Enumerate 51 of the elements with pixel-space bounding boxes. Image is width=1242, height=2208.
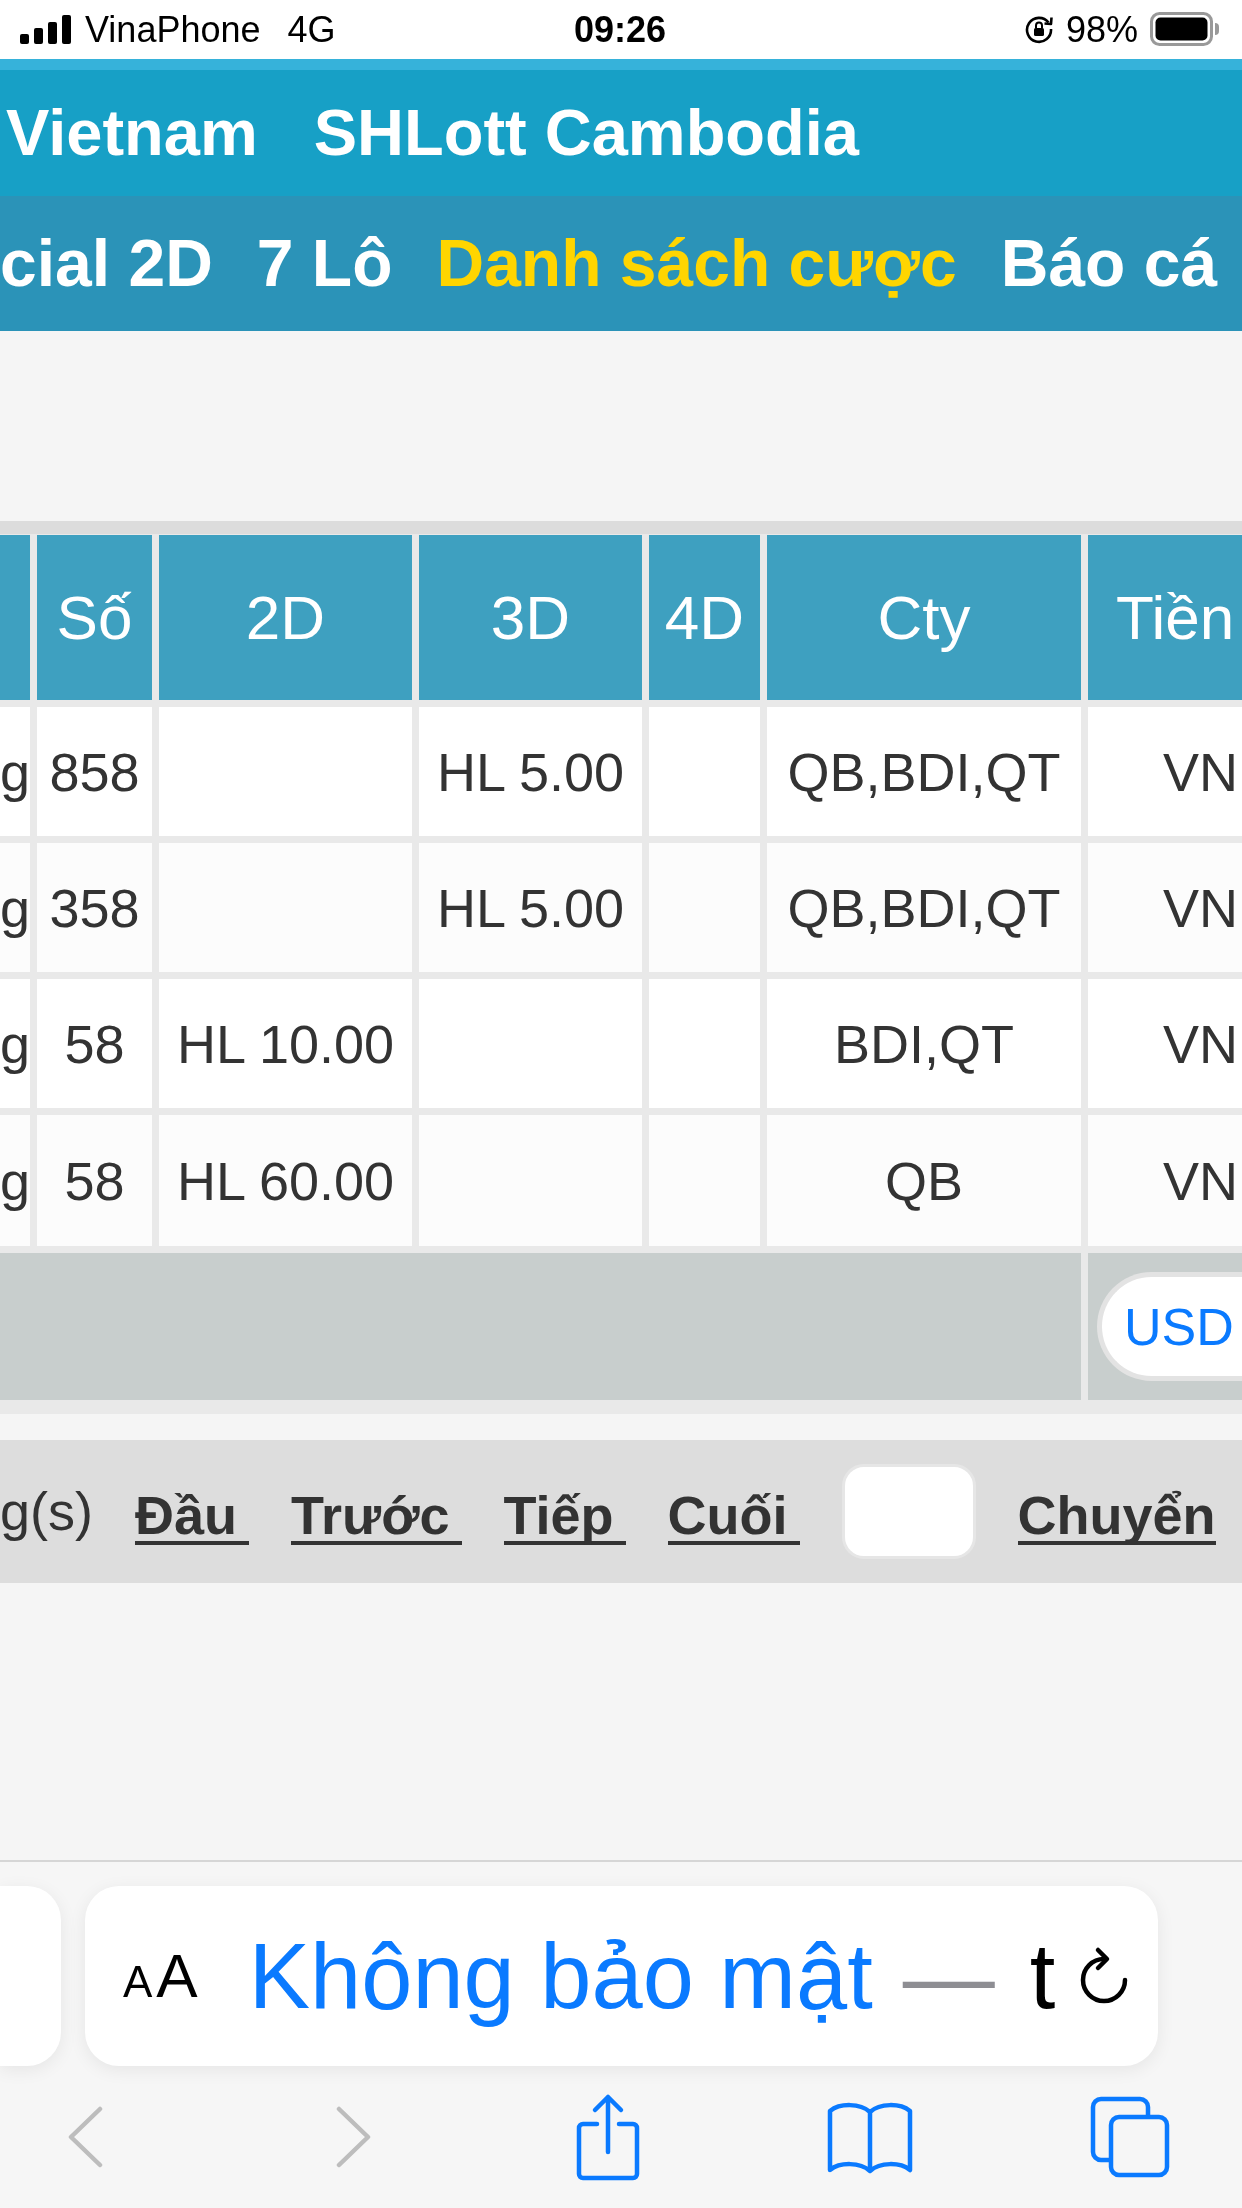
column-header: Tiền: [1088, 535, 1242, 700]
table-cell: g: [0, 843, 30, 972]
nav-tab[interactable]: 7 Lô: [256, 222, 393, 305]
rotation-lock-icon: [1023, 14, 1054, 45]
table-cell: QB,BDI,QT: [767, 843, 1081, 972]
table-cell: HL 5.00: [419, 843, 642, 972]
column-header: Cty: [767, 535, 1081, 700]
table-cell: 58: [37, 1115, 152, 1246]
open-book-icon[interactable]: [826, 2100, 914, 2174]
page-link[interactable]: Tiếp: [503, 1477, 626, 1546]
table-cell: QB,BDI,QT: [767, 707, 1081, 836]
table-cell: 58: [37, 979, 152, 1108]
table-cell: QB: [767, 1115, 1081, 1246]
table-cell: g: [0, 707, 30, 836]
table-cell: 858: [37, 707, 152, 836]
battery-icon: [1150, 12, 1220, 47]
currency-button[interactable]: USD: [1097, 1272, 1242, 1381]
carrier-name: VinaPhone: [85, 8, 261, 51]
table-cell: VN: [1088, 843, 1242, 972]
table-cell: g: [0, 979, 30, 1108]
nav-tab[interactable]: Báo cá: [1000, 222, 1218, 305]
column-header: 4D: [649, 535, 760, 700]
page-link[interactable]: Cuối: [667, 1477, 800, 1546]
table-cell: VN: [1088, 979, 1242, 1108]
page-number-field[interactable]: [841, 1464, 976, 1559]
column-header: 2D: [159, 535, 412, 700]
table-cell: VN: [1088, 707, 1242, 836]
network-type: 4G: [287, 8, 336, 51]
page-count-text: g(s): [0, 1480, 93, 1544]
go-link[interactable]: Chuyển: [1017, 1477, 1216, 1546]
address-bar[interactable]: AA Không bảo mật — t: [85, 1886, 1158, 2066]
table-cell: VN: [1088, 1115, 1242, 1246]
overlapping-squares-icon[interactable]: [1090, 2096, 1170, 2178]
address-text: t: [1029, 1923, 1056, 2029]
table-cell: HL 60.00: [159, 1115, 412, 1246]
column-header: Số: [37, 535, 152, 700]
page-link[interactable]: Trước: [291, 1477, 462, 1546]
status-time: 09:26: [573, 8, 667, 51]
column-header: 3D: [419, 535, 642, 700]
separator-dash: —: [902, 1923, 995, 2029]
table-cell: 358: [37, 843, 152, 972]
page-link[interactable]: Đầu: [135, 1477, 249, 1546]
signal-bars-icon: [20, 15, 71, 44]
text-size-button[interactable]: AA: [123, 1938, 198, 2014]
table-cell: g: [0, 1115, 30, 1246]
nav-tab[interactable]: cial 2D: [0, 222, 213, 305]
battery-percent: 98%: [1065, 8, 1138, 51]
table-cell: HL 5.00: [419, 707, 642, 836]
table-cell: BDI,QT: [767, 979, 1081, 1108]
table-cell: HL 10.00: [159, 979, 412, 1108]
security-label: Không bảo mật: [248, 1923, 873, 2029]
